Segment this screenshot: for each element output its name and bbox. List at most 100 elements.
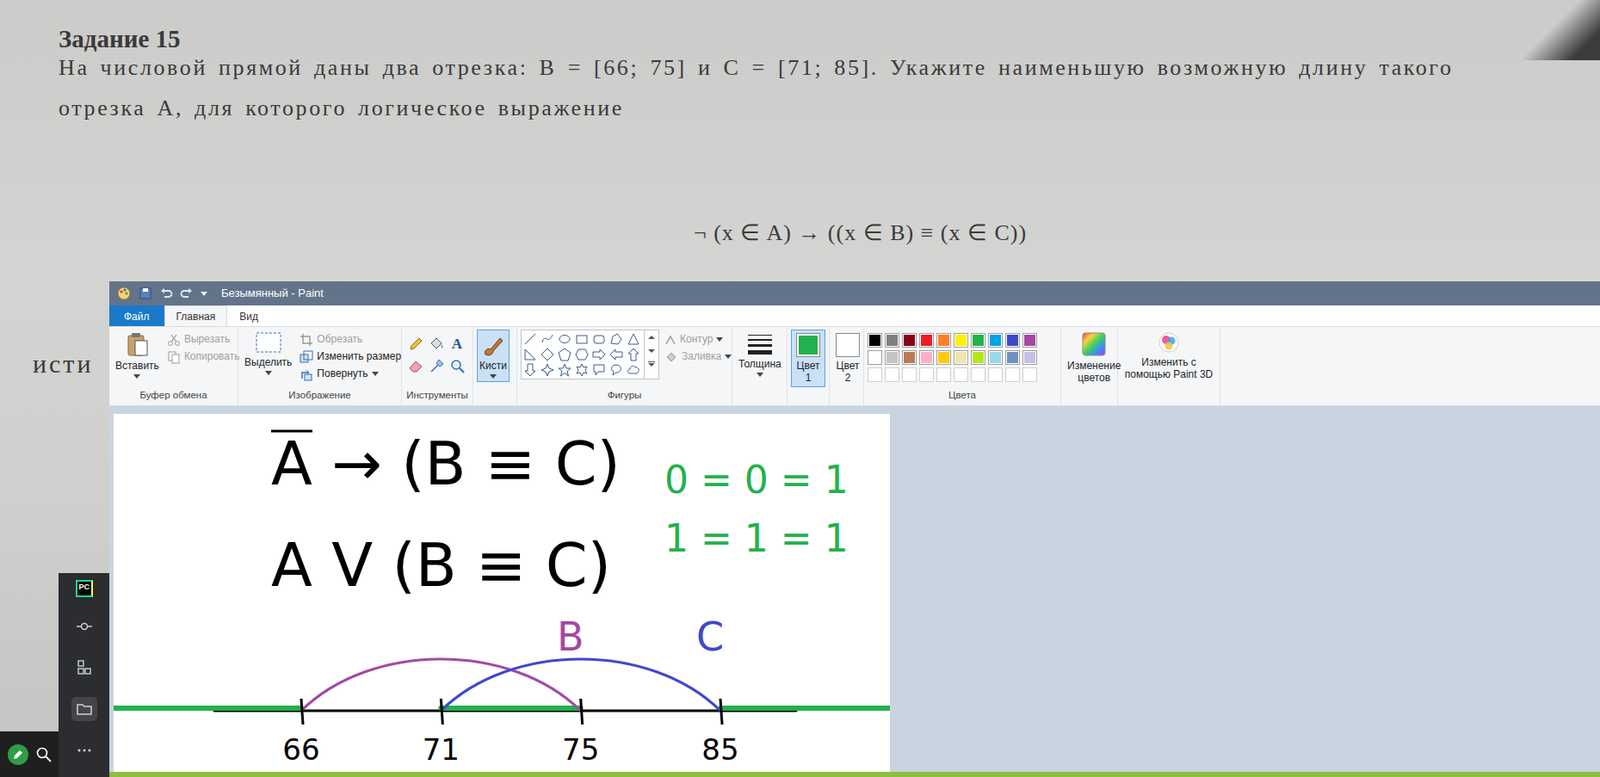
palette-swatch[interactable] bbox=[970, 367, 986, 383]
palette-swatch[interactable] bbox=[970, 333, 986, 348]
segment-label: B bbox=[556, 613, 585, 661]
palette-swatch[interactable] bbox=[919, 333, 934, 348]
palette-swatch[interactable] bbox=[953, 350, 969, 365]
expand-icon[interactable] bbox=[647, 361, 656, 369]
swatch-fill bbox=[955, 334, 967, 346]
pencil-tool[interactable] bbox=[407, 334, 425, 353]
color1-button[interactable]: Цвет 1 bbox=[790, 329, 826, 388]
palette-swatch[interactable] bbox=[919, 350, 934, 365]
paste-button[interactable]: Вставить bbox=[112, 329, 162, 381]
ribbon-tab[interactable]: Главная bbox=[164, 305, 229, 327]
selection-icon bbox=[254, 331, 283, 354]
group-label bbox=[735, 389, 784, 406]
paint3d-button[interactable]: Изменить с помощью Paint 3D bbox=[1121, 329, 1217, 383]
dropdown-caret-icon bbox=[371, 371, 379, 377]
shape-icon[interactable] bbox=[626, 347, 641, 362]
palette-swatch[interactable] bbox=[970, 350, 986, 365]
shape-icon[interactable] bbox=[574, 332, 589, 346]
undo-icon[interactable] bbox=[159, 286, 173, 301]
magnifier-tool[interactable] bbox=[448, 357, 466, 375]
shape-icon[interactable] bbox=[523, 332, 538, 346]
picker-tool[interactable] bbox=[427, 357, 445, 375]
size-button[interactable]: Толщина bbox=[735, 329, 785, 379]
palette-swatch[interactable] bbox=[936, 367, 952, 383]
palette-swatch[interactable] bbox=[884, 333, 900, 348]
shape-icon[interactable] bbox=[592, 347, 606, 362]
edit-colors-button[interactable]: Изменение цветов bbox=[1064, 329, 1124, 386]
resize-button[interactable]: Изменить размер bbox=[299, 348, 402, 365]
palette-swatch[interactable] bbox=[936, 333, 952, 348]
shape-icon[interactable] bbox=[523, 347, 538, 362]
palette-swatch[interactable] bbox=[901, 350, 917, 365]
palette-swatch[interactable] bbox=[867, 367, 883, 383]
shape-icon[interactable] bbox=[626, 363, 641, 377]
crop-button[interactable]: Обрезать bbox=[299, 331, 402, 348]
swatch-fill bbox=[938, 334, 950, 346]
palette-swatch[interactable] bbox=[936, 350, 952, 365]
shape-icon[interactable] bbox=[540, 347, 555, 362]
tool-window-button[interactable] bbox=[71, 655, 98, 680]
palette-swatch[interactable] bbox=[919, 367, 934, 383]
palette-swatch[interactable] bbox=[953, 367, 969, 383]
search-icon[interactable] bbox=[35, 746, 53, 764]
pen-app-icon[interactable] bbox=[6, 743, 30, 767]
shape-icon[interactable] bbox=[592, 332, 606, 346]
swatch-fill bbox=[886, 369, 898, 381]
palette-swatch[interactable] bbox=[867, 333, 883, 348]
pycharm-logo[interactable]: PC bbox=[75, 580, 93, 598]
fill-button[interactable]: Заливка bbox=[664, 348, 732, 365]
palette-swatch[interactable] bbox=[953, 333, 969, 348]
palette-swatch[interactable] bbox=[867, 350, 883, 365]
shape-icon[interactable] bbox=[523, 363, 538, 377]
text-tool[interactable]: A bbox=[448, 334, 466, 353]
tool-window-button[interactable] bbox=[71, 614, 98, 639]
palette-swatch[interactable] bbox=[1022, 333, 1038, 348]
palette-swatch[interactable] bbox=[1005, 367, 1020, 383]
shape-icon[interactable] bbox=[557, 332, 572, 346]
color2-button[interactable]: Цвет 2 bbox=[833, 329, 863, 388]
shape-icon[interactable] bbox=[609, 347, 624, 362]
shape-icon[interactable] bbox=[592, 363, 606, 377]
brushes-button[interactable]: Кисти bbox=[476, 329, 510, 383]
eraser-tool[interactable] bbox=[407, 357, 425, 375]
palette-swatch[interactable] bbox=[884, 367, 900, 383]
fill-tool[interactable] bbox=[427, 334, 445, 353]
cut-button[interactable]: Вырезать bbox=[166, 331, 241, 348]
save-icon[interactable] bbox=[138, 286, 153, 301]
shape-icon[interactable] bbox=[574, 363, 589, 377]
select-button[interactable]: Выделить bbox=[241, 329, 295, 377]
shape-icon[interactable] bbox=[626, 332, 641, 346]
palette-swatch[interactable] bbox=[1022, 350, 1038, 365]
outline-button[interactable]: Контур bbox=[664, 331, 732, 348]
palette-swatch[interactable] bbox=[1005, 350, 1020, 365]
title-bar: Безымянный - Paint bbox=[109, 281, 1600, 306]
shape-icon[interactable] bbox=[557, 363, 572, 377]
palette-swatch[interactable] bbox=[1005, 333, 1020, 348]
shape-icon[interactable] bbox=[540, 363, 555, 377]
redo-icon[interactable] bbox=[179, 286, 194, 301]
shapes-group: КонтурЗаливкаФигуры bbox=[517, 327, 733, 406]
tool-window-button[interactable] bbox=[71, 697, 98, 722]
palette-swatch[interactable] bbox=[901, 333, 917, 348]
shape-icon[interactable] bbox=[557, 347, 572, 362]
ribbon-tab[interactable]: Вид bbox=[227, 305, 271, 327]
palette-swatch[interactable] bbox=[884, 350, 900, 365]
segment-label: C bbox=[696, 613, 724, 661]
palette-swatch[interactable] bbox=[988, 367, 1003, 383]
palette-swatch[interactable] bbox=[988, 350, 1003, 365]
scroll-up-icon[interactable] bbox=[647, 333, 656, 341]
palette-swatch[interactable] bbox=[1022, 367, 1038, 383]
shape-icon[interactable] bbox=[609, 332, 624, 346]
customize-caret-icon[interactable] bbox=[200, 291, 208, 297]
ribbon-tab[interactable]: Файл bbox=[109, 305, 165, 327]
palette-swatch[interactable] bbox=[901, 367, 917, 383]
rotate-button[interactable]: Повернуть bbox=[299, 365, 402, 383]
scroll-down-icon[interactable] bbox=[647, 347, 656, 355]
palette-swatch[interactable] bbox=[988, 333, 1003, 348]
tool-window-button[interactable] bbox=[71, 738, 98, 763]
copy-button[interactable]: Копировать bbox=[166, 348, 241, 365]
shape-icon[interactable] bbox=[540, 332, 555, 346]
shape-icon[interactable] bbox=[609, 363, 624, 377]
shape-icon[interactable] bbox=[574, 347, 589, 362]
drawing-canvas[interactable]: BC66717585A → (B ≡ C)A V (B ≡ C)0 = 0 = … bbox=[113, 413, 890, 773]
